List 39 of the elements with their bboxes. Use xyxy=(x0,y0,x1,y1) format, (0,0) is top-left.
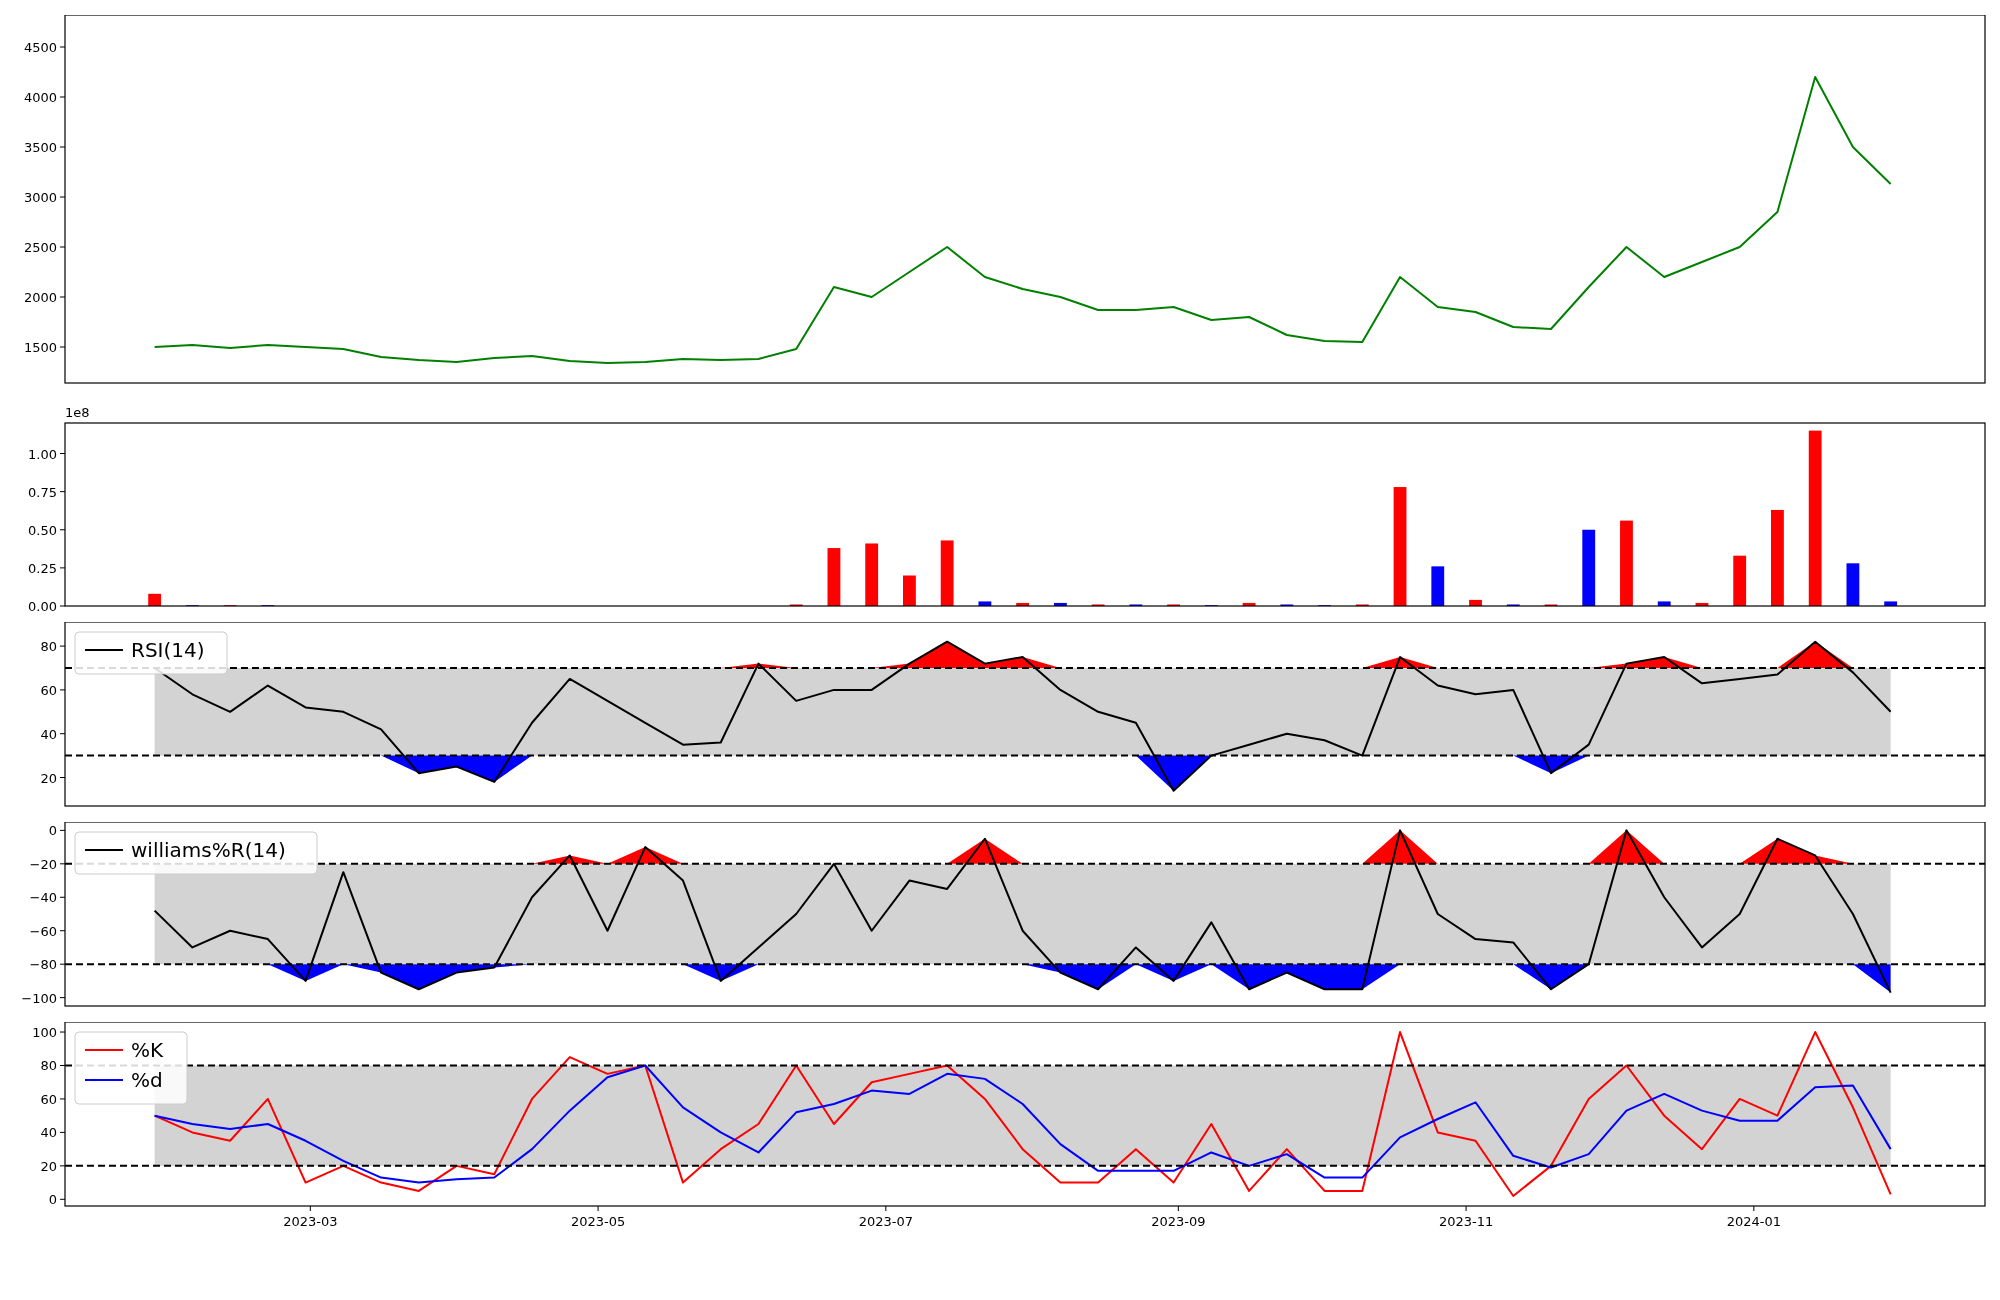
tick-label: 0.00 xyxy=(28,599,57,614)
tick-label: 2000 xyxy=(23,290,57,305)
tick-label: 2023-07 xyxy=(858,1214,913,1229)
tick-label: 4000 xyxy=(23,90,57,105)
tick-label: −20 xyxy=(29,856,57,872)
tick-label: 80 xyxy=(40,1058,57,1074)
legend-label: %d xyxy=(131,1068,163,1092)
tick-label: 0.50 xyxy=(28,522,57,538)
tick-label: 80 xyxy=(40,639,57,655)
tick-label: 0.25 xyxy=(28,560,57,576)
legend-label: %K xyxy=(131,1038,164,1062)
tick-label: 20 xyxy=(40,770,57,786)
tick-label: 4500 xyxy=(23,40,57,55)
tick-label: 1.00 xyxy=(28,446,57,462)
tick-label: 0 xyxy=(48,1192,57,1208)
tick-label: −60 xyxy=(29,923,57,939)
legend-label: RSI(14) xyxy=(131,638,205,662)
tick-label: 20 xyxy=(40,1158,57,1174)
tick-label: 0 xyxy=(48,823,57,839)
tick-label: 2023-05 xyxy=(570,1214,626,1229)
tick-label: −80 xyxy=(29,957,57,973)
tick-label: 40 xyxy=(40,1125,57,1141)
tick-label: −100 xyxy=(21,990,57,1006)
tick-label: −40 xyxy=(29,890,57,906)
tick-label: 0.75 xyxy=(28,484,57,500)
legend-label: williams%R(14) xyxy=(131,838,286,862)
tick-label: 60 xyxy=(40,1091,57,1107)
tick-label: 100 xyxy=(32,1025,57,1041)
tick-label: 2023-03 xyxy=(283,1214,338,1229)
tick-label: 2023-09 xyxy=(1151,1214,1206,1229)
tick-label: 3000 xyxy=(23,190,57,205)
tick-label: 60 xyxy=(40,682,57,698)
tick-label: 2024-01 xyxy=(1726,1214,1781,1229)
tick-label: 40 xyxy=(40,726,57,742)
tick-label: 2500 xyxy=(23,240,57,255)
scale-label: 1e8 xyxy=(65,405,90,420)
tick-label: 2023-11 xyxy=(1438,1214,1494,1229)
tick-label: 3500 xyxy=(23,140,57,155)
tick-label: 1500 xyxy=(23,340,57,355)
